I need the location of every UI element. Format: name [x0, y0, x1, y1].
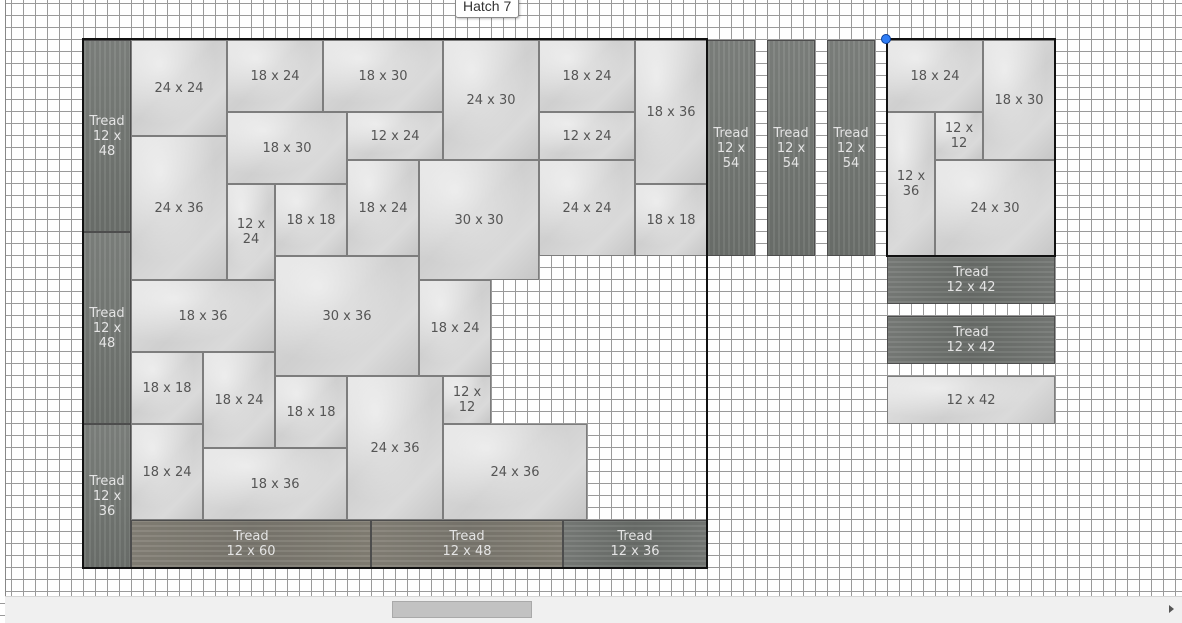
tile-18x30-a[interactable]: 18 x 30 [323, 40, 443, 112]
tile-12x42-a-label: 12 x 42 [946, 392, 996, 408]
tile-24x36-b[interactable]: 24 x 36 [347, 376, 443, 520]
tread-left-2-label: Tread 12 x 48 [89, 305, 125, 351]
tread-bottom-2[interactable]: Tread 12 x 48 [371, 520, 563, 568]
tile-24x24-a-label: 24 x 24 [154, 80, 204, 96]
tread-left-3[interactable]: Tread 12 x 36 [83, 424, 131, 568]
tile-12x24-a-label: 12 x 24 [370, 128, 420, 144]
tile-18x30-a-label: 18 x 30 [358, 68, 408, 84]
tile-18x24-e[interactable]: 18 x 24 [203, 352, 275, 448]
tile-18x24-f[interactable]: 18 x 24 [131, 424, 203, 520]
tile-18x36-c-label: 18 x 36 [250, 476, 300, 492]
tread-right-2[interactable]: Tread 12 x 42 [887, 316, 1055, 364]
tile-24x30-b-label: 24 x 30 [970, 200, 1020, 216]
tread-right-2-label: Tread 12 x 42 [946, 325, 996, 355]
tile-24x36-c-label: 24 x 36 [490, 464, 540, 480]
tile-12x12-a-label: 12 x 12 [452, 385, 482, 415]
tread-vert-1-label: Tread 12 x 54 [713, 125, 749, 171]
tile-18x24-a[interactable]: 18 x 24 [227, 40, 323, 112]
scrollbar-thumb[interactable] [392, 601, 532, 618]
tread-vert-1[interactable]: Tread 12 x 54 [707, 40, 755, 256]
tile-12x24-b[interactable]: 12 x 24 [539, 112, 635, 160]
tile-24x36-c[interactable]: 24 x 36 [443, 424, 587, 520]
tile-30x30-a[interactable]: 30 x 30 [419, 160, 539, 280]
tile-18x18-d[interactable]: 18 x 18 [275, 376, 347, 448]
drawing-canvas[interactable]: Tread 12 x 48 Tread 12 x 48 Tread 12 x 36 2… [0, 0, 1182, 596]
tread-bottom-2-label: Tread 12 x 48 [442, 529, 492, 559]
tread-vert-3-label: Tread 12 x 54 [833, 125, 869, 171]
tile-12x12-b[interactable]: 12 x 12 [935, 112, 983, 160]
tread-vert-2-label: Tread 12 x 54 [773, 125, 809, 171]
tile-30x36-a-label: 30 x 36 [322, 308, 372, 324]
tile-18x24-c-label: 18 x 24 [358, 200, 408, 216]
tile-18x24-d-label: 18 x 24 [430, 320, 480, 336]
tread-vert-3[interactable]: Tread 12 x 54 [827, 40, 875, 256]
tread-bottom-1-label: Tread 12 x 60 [226, 529, 276, 559]
tile-18x18-d-label: 18 x 18 [286, 404, 336, 420]
tile-18x36-b-label: 18 x 36 [178, 308, 228, 324]
tile-18x18-a[interactable]: 18 x 18 [275, 184, 347, 256]
tread-bottom-1[interactable]: Tread 12 x 60 [131, 520, 371, 568]
tile-18x24-e-label: 18 x 24 [214, 392, 264, 408]
tile-18x36-a[interactable]: 18 x 36 [635, 40, 707, 184]
tile-18x36-b[interactable]: 18 x 36 [131, 280, 275, 352]
tread-right-1-label: Tread 12 x 42 [946, 265, 996, 295]
tile-18x24-b[interactable]: 18 x 24 [539, 40, 635, 112]
tread-vert-2[interactable]: Tread 12 x 54 [767, 40, 815, 256]
scroll-right-arrow-icon[interactable] [1169, 605, 1174, 613]
tile-24x36-a-label: 24 x 36 [154, 200, 204, 216]
tile-18x30-b[interactable]: 18 x 30 [227, 112, 347, 184]
tile-12x24-c[interactable]: 12 x 24 [227, 184, 275, 280]
tread-left-3-label: Tread 12 x 36 [89, 473, 125, 519]
tile-12x36-a-label: 12 x 36 [896, 169, 926, 199]
hatch-tooltip: Hatch 7 [455, 0, 520, 18]
tile-18x30-b-label: 18 x 30 [262, 140, 312, 156]
tile-18x24-g-label: 18 x 24 [910, 68, 960, 84]
tile-18x18-c-label: 18 x 18 [142, 380, 192, 396]
horizontal-scrollbar[interactable] [5, 596, 1182, 623]
tile-12x12-a[interactable]: 12 x 12 [443, 376, 491, 424]
tile-24x36-a[interactable]: 24 x 36 [131, 136, 227, 280]
tile-18x18-b[interactable]: 18 x 18 [635, 184, 707, 256]
tile-12x24-c-label: 12 x 24 [236, 217, 266, 247]
tile-12x24-b-label: 12 x 24 [562, 128, 612, 144]
tile-18x18-c[interactable]: 18 x 18 [131, 352, 203, 424]
tile-18x36-c[interactable]: 18 x 36 [203, 448, 347, 520]
tread-left-1-label: Tread 12 x 48 [89, 113, 125, 159]
tile-24x30-a-label: 24 x 30 [466, 92, 516, 108]
tile-18x24-b-label: 18 x 24 [562, 68, 612, 84]
tile-18x24-g[interactable]: 18 x 24 [887, 40, 983, 112]
tile-24x36-b-label: 24 x 36 [370, 440, 420, 456]
tile-12x12-b-label: 12 x 12 [944, 121, 974, 151]
tile-24x24-b[interactable]: 24 x 24 [539, 160, 635, 256]
tile-12x24-a[interactable]: 12 x 24 [347, 112, 443, 160]
tile-18x30-c-label: 18 x 30 [994, 92, 1044, 108]
tile-30x30-a-label: 30 x 30 [454, 212, 504, 228]
selection-handle[interactable] [881, 34, 891, 44]
tread-left-2[interactable]: Tread 12 x 48 [83, 232, 131, 424]
tile-18x36-a-label: 18 x 36 [646, 104, 696, 120]
tread-left-1[interactable]: Tread 12 x 48 [83, 40, 131, 232]
tile-12x36-a[interactable]: 12 x 36 [887, 112, 935, 256]
tile-24x24-a[interactable]: 24 x 24 [131, 40, 227, 136]
tile-24x30-a[interactable]: 24 x 30 [443, 40, 539, 160]
tile-24x30-b[interactable]: 24 x 30 [935, 160, 1055, 256]
tile-12x42-a[interactable]: 12 x 42 [887, 376, 1055, 424]
tile-18x24-d[interactable]: 18 x 24 [419, 280, 491, 376]
tile-18x24-f-label: 18 x 24 [142, 464, 192, 480]
tile-18x18-b-label: 18 x 18 [646, 212, 696, 228]
tile-18x24-a-label: 18 x 24 [250, 68, 300, 84]
tile-24x24-b-label: 24 x 24 [562, 200, 612, 216]
tile-18x24-c[interactable]: 18 x 24 [347, 160, 419, 256]
tread-bottom-3[interactable]: Tread 12 x 36 [563, 520, 707, 568]
tread-bottom-3-label: Tread 12 x 36 [610, 529, 660, 559]
tile-18x30-c[interactable]: 18 x 30 [983, 40, 1055, 160]
tread-right-1[interactable]: Tread 12 x 42 [887, 256, 1055, 304]
tile-30x36-a[interactable]: 30 x 36 [275, 256, 419, 376]
tile-18x18-a-label: 18 x 18 [286, 212, 336, 228]
